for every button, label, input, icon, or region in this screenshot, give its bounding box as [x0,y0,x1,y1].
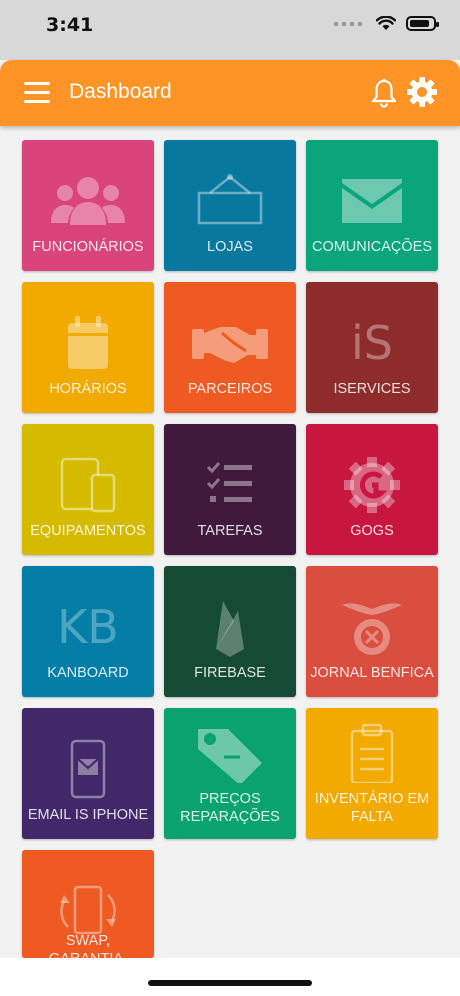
tile-label: PREÇOS REPARAÇÕES [180,791,280,825]
tile-label: TAREFAS [197,523,263,539]
tile-tarefas[interactable]: TAREFAS [164,424,296,555]
firebase-icon [216,601,244,657]
wifi-icon [376,16,396,30]
status-time: 3:41 [46,14,94,36]
home-indicator[interactable] [148,980,312,986]
sign-icon [197,174,263,225]
tile-comunicacoes[interactable]: COMUNICAÇÕES [306,140,438,271]
benfica-crest-icon [342,603,402,655]
tile-lojas[interactable]: LOJAS [164,140,296,271]
tile-label: PARCEIROS [187,381,273,397]
tile-label: JORNAL BENFICA [310,665,434,681]
battery-icon [406,16,439,31]
gogs-gear-icon [344,457,400,513]
tile-label: COMUNICAÇÕES [311,239,433,255]
tile-firebase[interactable]: FIREBASE [164,566,296,697]
tile-funcionarios[interactable]: FUNCIONÁRIOS [22,140,154,271]
menu-button[interactable] [24,82,50,104]
tile-label: EMAIL IS IPHONE [27,807,149,823]
phone-mail-icon [70,739,106,799]
tile-iservices[interactable]: iS ISERVICES [306,282,438,413]
status-bar: 3:41 [0,0,460,60]
tile-label: EQUIPAMENTOS [30,523,146,539]
tile-label: GOGS [350,523,394,539]
settings-gear-icon[interactable] [406,76,438,108]
tile-label: FUNCIONÁRIOS [32,239,144,255]
tile-label: INVENTÁRIO EM FALTA [314,791,430,825]
home-indicator-area [0,958,460,996]
tile-inventario-em-falta[interactable]: INVENTÁRIO EM FALTA [306,708,438,839]
page-title: Dashboard [69,80,172,103]
price-tag-icon [198,729,262,783]
tile-label: LOJAS [207,239,253,255]
tile-label: ISERVICES [333,381,411,397]
is-logo-icon: iS [351,316,393,370]
tile-kanboard[interactable]: KB KANBOARD [22,566,154,697]
checklist-icon [206,462,252,502]
status-icons [332,16,439,31]
tile-label: KANBOARD [47,665,129,681]
handshake-icon [192,327,268,363]
tile-horarios[interactable]: HORÁRIOS [22,282,154,413]
envelope-icon [342,179,402,223]
tile-label: HORÁRIOS [49,381,127,397]
calendar-icon [68,316,108,369]
kb-logo-icon: KB [57,600,119,654]
tile-parceiros[interactable]: PARCEIROS [164,282,296,413]
tile-label: SWAP, GARANTIA, ORÇAMENTO [49,933,127,958]
notifications-bell-icon[interactable] [370,78,398,108]
tile-swap-garantia-orcamento[interactable]: SWAP, GARANTIA, ORÇAMENTO [22,850,154,958]
tile-equipamentos[interactable]: EQUIPAMENTOS [22,424,154,555]
devices-icon [60,457,116,513]
tile-gogs[interactable]: GOGS [306,424,438,555]
tile-label: FIREBASE [194,665,266,681]
clipboard-icon [350,723,394,783]
app-bar: Dashboard [0,60,460,126]
tile-jornal-benfica[interactable]: JORNAL BENFICA [306,566,438,697]
signal-dots-icon [333,21,363,26]
tile-email-is-iphone[interactable]: EMAIL IS IPHONE [22,708,154,839]
tile-precos-reparacoes[interactable]: PREÇOS REPARAÇÕES [164,708,296,839]
people-icon [51,177,125,225]
